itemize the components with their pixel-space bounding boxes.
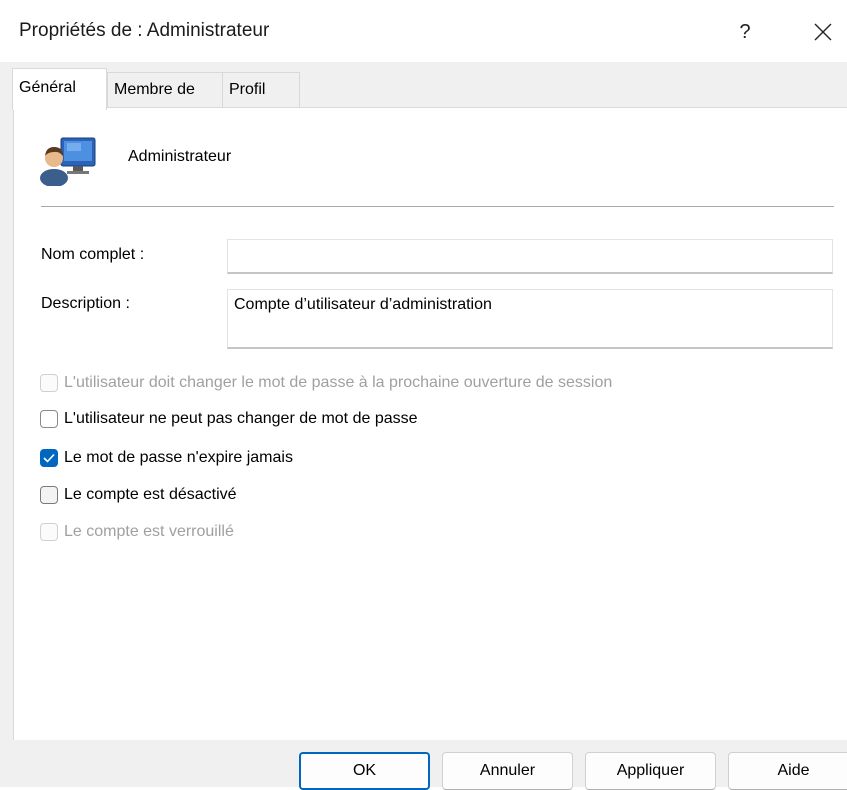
fullname-label: Nom complet : (41, 246, 145, 263)
apply-button[interactable]: Appliquer (585, 752, 716, 790)
help-button[interactable]: Aide (728, 752, 847, 790)
checkbox[interactable] (40, 486, 58, 504)
close-icon (814, 23, 831, 41)
ok-button[interactable]: OK (299, 752, 430, 790)
tab-member-of[interactable]: Membre de (107, 72, 228, 107)
option-label: Le compte est verrouillé (64, 523, 234, 540)
close-button[interactable] (798, 12, 847, 52)
description-input[interactable]: Compte d’utilisateur d’administration (227, 289, 833, 349)
option-password-never-expires[interactable]: Le mot de passe n'expire jamais (40, 446, 293, 470)
description-label: Description : (41, 295, 130, 312)
checkbox[interactable] (40, 449, 58, 467)
user-name: Administrateur (128, 148, 232, 165)
option-label: L'utilisateur ne peut pas changer de mot… (64, 410, 418, 427)
option-cannot-change-password[interactable]: L'utilisateur ne peut pas changer de mot… (40, 407, 418, 431)
general-panel: Administrateur Nom complet : Description… (13, 107, 847, 740)
properties-dialog: Propriétés de : Administrateur ? Membre … (0, 0, 847, 790)
checkbox[interactable] (40, 410, 58, 428)
cancel-button[interactable]: Annuler (442, 752, 573, 790)
window-title: Propriétés de : Administrateur (19, 20, 270, 41)
option-account-disabled[interactable]: Le compte est désactivé (40, 483, 237, 507)
divider (41, 206, 834, 208)
checkbox (40, 523, 58, 541)
fullname-input[interactable] (227, 239, 833, 274)
help-title-button[interactable]: ? (722, 12, 768, 52)
tab-general[interactable]: Général (12, 68, 107, 110)
option-must-change-password: L'utilisateur doit changer le mot de pas… (40, 371, 612, 395)
button-bar: OK Annuler Appliquer Aide (0, 748, 847, 790)
option-label: Le compte est désactivé (64, 486, 237, 503)
title-bar: Propriétés de : Administrateur ? (0, 0, 847, 62)
option-label: Le mot de passe n'expire jamais (64, 449, 293, 466)
checkbox (40, 374, 58, 392)
checkmark-icon (43, 453, 55, 463)
option-label: L'utilisateur doit changer le mot de pas… (64, 374, 613, 391)
user-monitor-icon (39, 134, 99, 191)
option-account-locked: Le compte est verrouillé (40, 520, 234, 544)
tab-profile[interactable]: Profil (222, 72, 300, 107)
